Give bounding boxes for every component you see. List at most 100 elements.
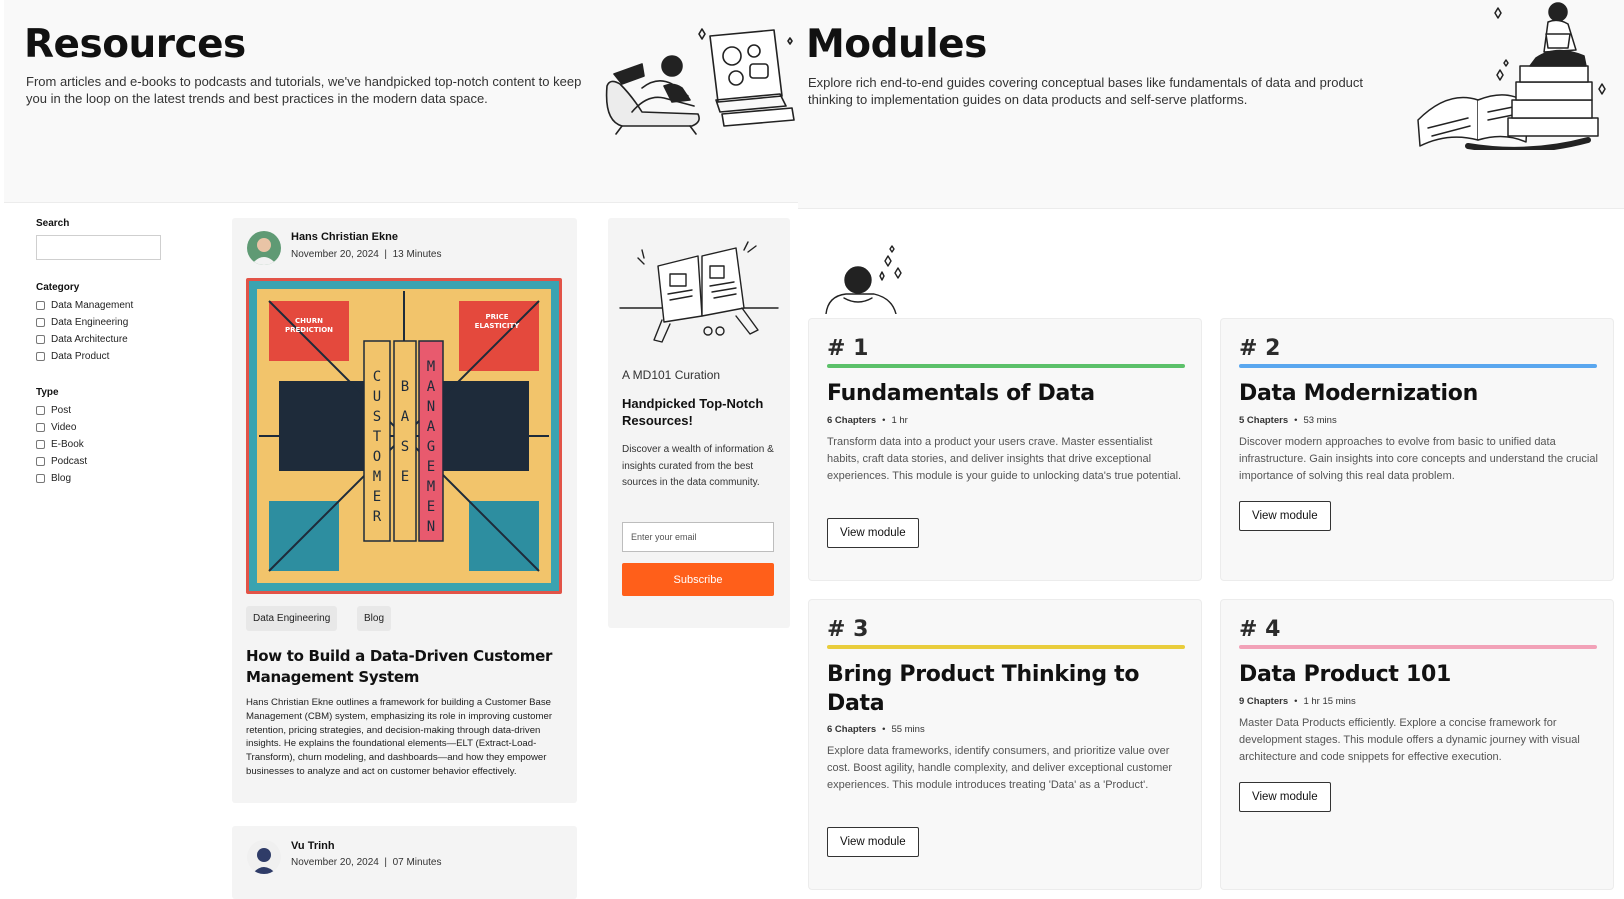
checkbox[interactable] [36, 406, 45, 415]
page-title: Modules [806, 22, 987, 67]
module-title[interactable]: Data Modernization [1239, 379, 1599, 408]
option-label: Video [51, 422, 77, 433]
post-card[interactable]: Hans Christian Ekne November 20, 2024 | … [232, 218, 577, 803]
post-title[interactable]: How to Build a Data-Driven Customer Mana… [246, 646, 556, 688]
type-option[interactable]: Video [36, 419, 196, 436]
svg-text:E: E [427, 499, 435, 515]
checkbox[interactable] [36, 423, 45, 432]
post-meta: November 20, 2024 | 07 Minutes [291, 857, 442, 868]
option-label: Data Engineering [51, 317, 129, 328]
module-description: Transform data into a product your users… [827, 436, 1182, 482]
category-option[interactable]: Data Engineering [36, 314, 196, 331]
subscribe-button[interactable]: Subscribe [622, 563, 774, 596]
option-label: Post [51, 405, 72, 416]
module-meta: 6 Chapters • 55 mins [827, 724, 925, 735]
author-name[interactable]: Hans Christian Ekne [291, 231, 398, 243]
svg-text:E: E [427, 459, 435, 475]
svg-text:M: M [373, 469, 381, 485]
module-card[interactable]: # 2 Data Modernization 5 Chapters • 53 min… [1220, 318, 1614, 581]
post-cover-image[interactable]: CUSTOMER BASE MANAGEMEN CHURN PREDICTION … [246, 278, 562, 594]
modules-hero: Modules Explore rich end-to-end guides c… [798, 0, 1624, 209]
email-field[interactable] [622, 522, 774, 552]
view-module-button[interactable]: View module [1239, 782, 1331, 812]
option-label: Blog [51, 473, 72, 484]
svg-text:N: N [427, 519, 435, 535]
module-card[interactable]: # 1 Fundamentals of Data 6 Chapters • 1 hr… [808, 318, 1202, 581]
read-time: 13 Minutes [392, 249, 442, 260]
newspaper-reader-illustration [619, 241, 779, 343]
read-time: 07 Minutes [392, 857, 442, 868]
books-reader-illustration [1417, 2, 1606, 150]
type-option[interactable]: E-Book [36, 436, 196, 453]
module-title[interactable]: Bring Product Thinking to Data [827, 660, 1157, 718]
svg-text:ELASTICITY: ELASTICITY [475, 322, 521, 330]
module-title[interactable]: Fundamentals of Data [827, 379, 1187, 408]
page-description: Explore rich end-to-end guides covering … [808, 75, 1364, 107]
tag-chip[interactable]: Data Engineering [246, 606, 338, 631]
checkbox[interactable] [36, 352, 45, 361]
svg-text:S: S [373, 409, 381, 425]
category-option[interactable]: Data Architecture [36, 331, 196, 348]
chapter-count: 6 Chapters [827, 724, 877, 735]
module-accent-bar [827, 645, 1185, 649]
module-meta: 5 Chapters • 53 mins [1239, 415, 1337, 426]
svg-text:M: M [427, 359, 435, 375]
search-input[interactable] [36, 235, 161, 260]
thinking-person-illustration [825, 245, 902, 314]
post-meta: November 20, 2024 | 13 Minutes [291, 249, 442, 260]
checkbox[interactable] [36, 301, 45, 310]
view-module-button[interactable]: View module [827, 827, 919, 857]
svg-text:A: A [427, 379, 436, 395]
checkbox[interactable] [36, 335, 45, 344]
modules-page: Modules Explore rich end-to-end guides c… [798, 0, 1624, 899]
checkbox[interactable] [36, 457, 45, 466]
svg-text:M: M [427, 479, 435, 495]
resources-page: Resources From articles and e-books to p… [0, 0, 798, 899]
view-module-button[interactable]: View module [1239, 501, 1331, 531]
checkbox[interactable] [36, 440, 45, 449]
newsletter-card: A MD101 Curation Handpicked Top-Notch Re… [608, 218, 790, 628]
page-title: Resources [24, 22, 246, 67]
module-description: Master Data Products efficiently. Explor… [1239, 717, 1580, 763]
post-card[interactable]: Vu Trinh November 20, 2024 | 07 Minutes [232, 826, 577, 899]
curation-description: Discover a wealth of information & insig… [622, 444, 774, 488]
tag-chip[interactable]: Blog [357, 606, 392, 631]
type-option[interactable]: Blog [36, 470, 196, 487]
module-duration: 1 hr [891, 415, 908, 426]
reading-woman-illustration [605, 28, 795, 135]
author-name[interactable]: Vu Trinh [291, 840, 335, 852]
chapter-count: 5 Chapters [1239, 415, 1289, 426]
module-description: Discover modern approaches to evolve fro… [1239, 436, 1598, 482]
category-option[interactable]: Data Management [36, 297, 196, 314]
module-accent-bar [1239, 645, 1597, 649]
category-option[interactable]: Data Product [36, 348, 196, 365]
category-label: Category [36, 282, 80, 293]
svg-text:C: C [373, 369, 381, 385]
svg-text:B: B [401, 379, 409, 395]
type-label: Type [36, 387, 59, 398]
option-label: Data Architecture [51, 334, 128, 345]
module-title[interactable]: Data Product 101 [1239, 660, 1599, 689]
svg-text:S: S [401, 439, 409, 455]
module-card[interactable]: # 4 Data Product 101 9 Chapters • 1 hr 15 … [1220, 599, 1614, 890]
post-excerpt: Hans Christian Ekne outlines a framework… [246, 697, 553, 777]
type-option[interactable]: Post [36, 402, 196, 419]
svg-text:T: T [373, 429, 382, 445]
post-date: November 20, 2024 [291, 249, 379, 260]
svg-text:PRICE: PRICE [485, 313, 508, 321]
module-duration: 53 mins [1303, 415, 1337, 426]
author-avatar [247, 231, 281, 265]
view-module-button[interactable]: View module [827, 518, 919, 548]
module-meta: 6 Chapters • 1 hr [827, 415, 908, 426]
module-number: # 4 [1239, 617, 1281, 642]
author-avatar [247, 840, 281, 874]
svg-text:R: R [373, 509, 382, 525]
checkbox[interactable] [36, 474, 45, 483]
svg-text:E: E [401, 469, 409, 485]
checkbox[interactable] [36, 318, 45, 327]
curation-kicker: A MD101 Curation [622, 368, 721, 382]
module-duration: 1 hr 15 mins [1303, 696, 1356, 707]
module-card[interactable]: # 3 Bring Product Thinking to Data 6 Cha… [808, 599, 1202, 890]
type-option[interactable]: Podcast [36, 453, 196, 470]
module-meta: 9 Chapters • 1 hr 15 mins [1239, 696, 1356, 707]
